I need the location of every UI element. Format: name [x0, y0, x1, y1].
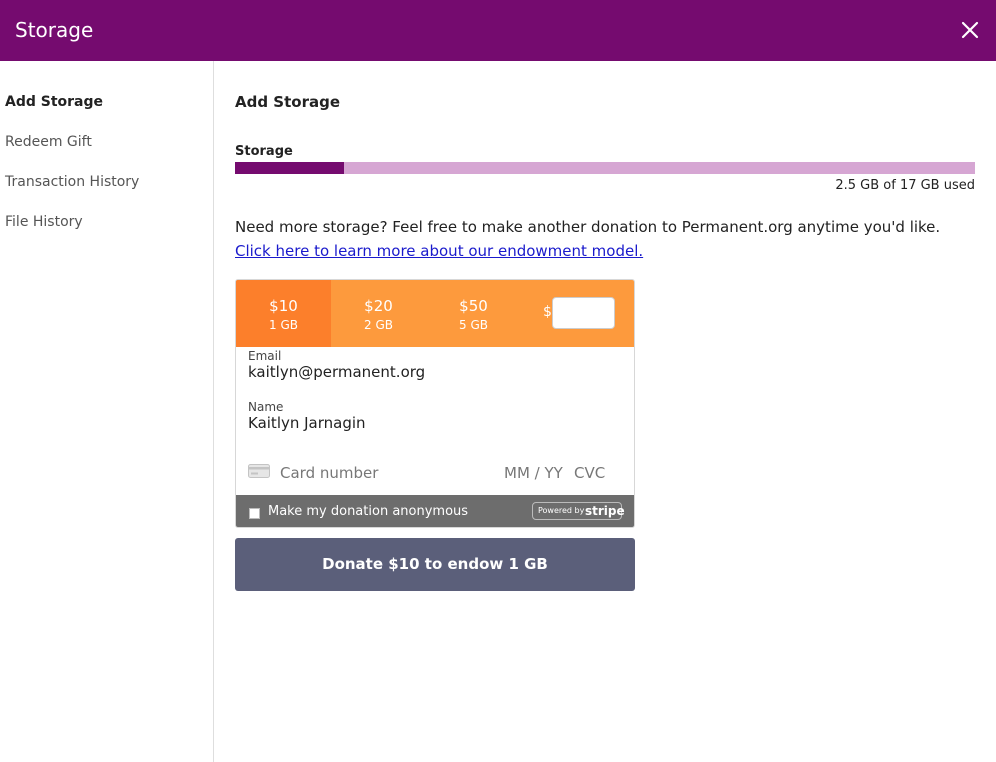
endowment-learn-more-link[interactable]: Click here to learn more about our endow…: [235, 242, 643, 260]
name-label: Name: [248, 400, 284, 414]
card-expiry-input[interactable]: MM / YY: [504, 464, 563, 482]
sidebar-item-add-storage[interactable]: Add Storage: [5, 94, 103, 110]
stripe-logo: stripe: [585, 504, 625, 518]
stripe-badge[interactable]: Powered by stripe: [532, 502, 625, 520]
donation-form: $10 1 GB $20 2 GB $50 5 GB $ Email kaitl…: [235, 279, 635, 528]
anonymous-bar: Make my donation anonymous Powered by st…: [236, 495, 634, 527]
amount-option-10[interactable]: $10 1 GB: [236, 280, 331, 347]
storage-used-text: 2.5 GB of 17 GB used: [835, 178, 975, 193]
credit-card-icon: [248, 464, 270, 478]
amount-gb: 2 GB: [364, 318, 393, 332]
storage-label: Storage: [235, 144, 293, 159]
anonymous-checkbox[interactable]: [249, 508, 260, 519]
email-field[interactable]: kaitlyn@permanent.org: [248, 363, 425, 381]
sidebar-item-file-history[interactable]: File History: [5, 214, 83, 230]
donate-button[interactable]: Donate $10 to endow 1 GB: [235, 538, 635, 591]
storage-usage-fill: [235, 162, 344, 174]
amount-option-20[interactable]: $20 2 GB: [331, 280, 426, 347]
page-title: Add Storage: [235, 93, 341, 111]
amount-gb: 5 GB: [459, 318, 488, 332]
card-cvc-input[interactable]: CVC: [574, 464, 605, 482]
sidebar: Add Storage Redeem Gift Transaction Hist…: [0, 61, 214, 762]
anonymous-label[interactable]: Make my donation anonymous: [268, 504, 468, 519]
card-number-input[interactable]: Card number: [280, 464, 378, 482]
modal-title: Storage: [15, 18, 94, 42]
donation-description: Need more storage? Feel free to make ano…: [235, 218, 941, 236]
stripe-badge-prefix: Powered by: [538, 506, 585, 515]
modal-header: Storage: [0, 0, 996, 61]
email-label: Email: [248, 349, 282, 363]
custom-amount-input[interactable]: [552, 297, 615, 329]
amount-value: $20: [364, 297, 393, 315]
amount-value: $50: [459, 297, 488, 315]
storage-usage-bar: [235, 162, 975, 174]
name-field[interactable]: Kaitlyn Jarnagin: [248, 414, 366, 432]
amount-gb: 1 GB: [269, 318, 298, 332]
close-icon[interactable]: [958, 18, 982, 42]
sidebar-item-transaction-history[interactable]: Transaction History: [5, 174, 139, 190]
amount-selector: $10 1 GB $20 2 GB $50 5 GB $: [236, 280, 634, 347]
amount-option-50[interactable]: $50 5 GB: [426, 280, 521, 347]
custom-amount-prefix: $: [543, 304, 552, 320]
close-icon-glyph: [961, 21, 979, 39]
sidebar-item-redeem-gift[interactable]: Redeem Gift: [5, 134, 92, 150]
amount-value: $10: [269, 297, 298, 315]
